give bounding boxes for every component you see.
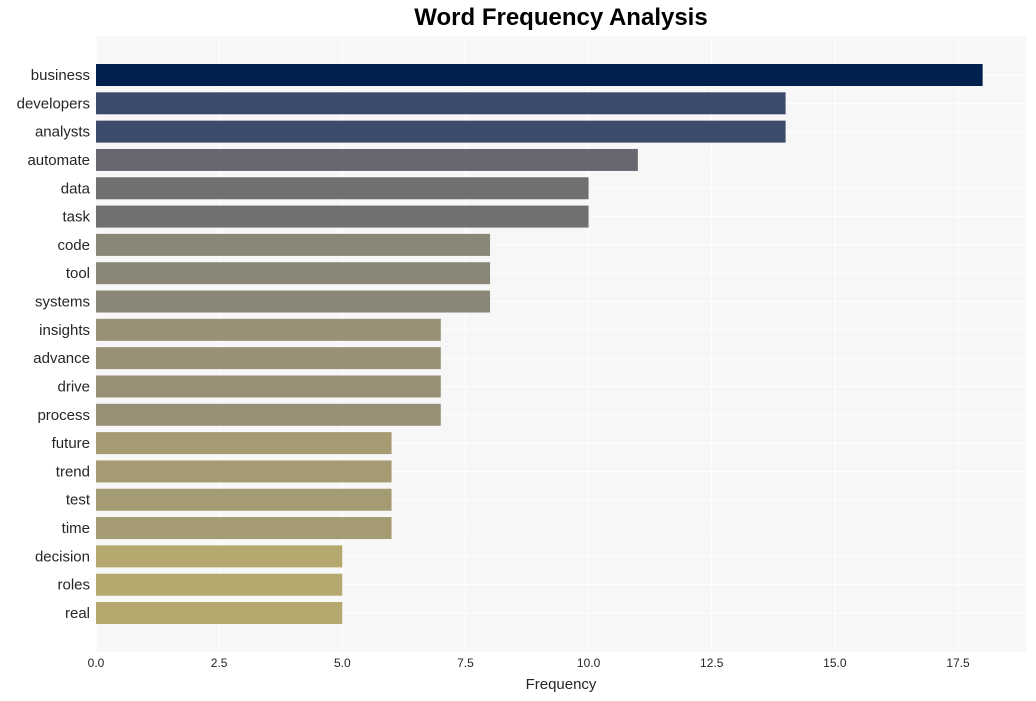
bar-test [96,488,392,511]
y-tick-label: developers [17,95,90,112]
y-tick-label: business [31,67,90,84]
bar-drive [96,375,441,398]
bar-task [96,205,589,228]
bar-tool [96,262,491,285]
bar-chart: business developers analysts automate data ta… [17,36,1026,693]
y-tick-label: automate [27,152,90,169]
bar-analysts [96,120,786,143]
x-tick-label: 2.5 [211,656,228,670]
bar-time [96,517,392,540]
bar-automate [96,148,638,171]
y-tick-label: real [65,605,90,622]
x-tick-label: 0.0 [88,656,105,670]
y-tick-label: test [66,492,91,509]
bar-future [96,432,392,455]
y-tick-label: task [62,209,90,226]
y-tick-label: decision [35,548,90,565]
y-tick-label: future [52,435,90,452]
bar-systems [96,290,491,313]
bar-process [96,403,441,426]
bar-roles [96,573,343,596]
bar-decision [96,545,343,568]
y-tick-label: insights [39,322,90,339]
bar-developers [96,92,786,115]
y-tick-label: analysts [35,124,90,141]
x-tick-label: 7.5 [457,656,474,670]
x-axis-label: Frequency [526,676,597,693]
y-axis-tick-labels: business developers analysts automate data ta… [17,67,91,622]
x-axis-tick-labels: 0.0 2.5 5.0 7.5 10.0 12.5 15.0 17.5 [88,656,970,670]
bar-real [96,602,343,624]
x-tick-label: 17.5 [946,656,970,670]
y-tick-label: process [37,407,90,424]
bar-advance [96,347,441,370]
y-tick-label: code [57,237,90,254]
x-tick-label: 5.0 [334,656,351,670]
y-tick-label: data [61,180,91,197]
y-tick-label: systems [35,294,90,311]
bar-insights [96,318,441,341]
y-tick-label: tool [66,265,90,282]
bar-data [96,177,589,200]
bar-trend [96,460,392,483]
x-tick-label: 12.5 [700,656,724,670]
y-tick-label: drive [57,378,90,395]
bar-code [96,233,491,256]
bar-business [96,64,983,86]
y-tick-label: time [62,520,90,537]
y-tick-label: advance [33,350,90,367]
y-tick-label: roles [57,577,90,594]
x-tick-label: 10.0 [577,656,601,670]
x-tick-label: 15.0 [823,656,847,670]
y-tick-label: trend [56,463,90,480]
